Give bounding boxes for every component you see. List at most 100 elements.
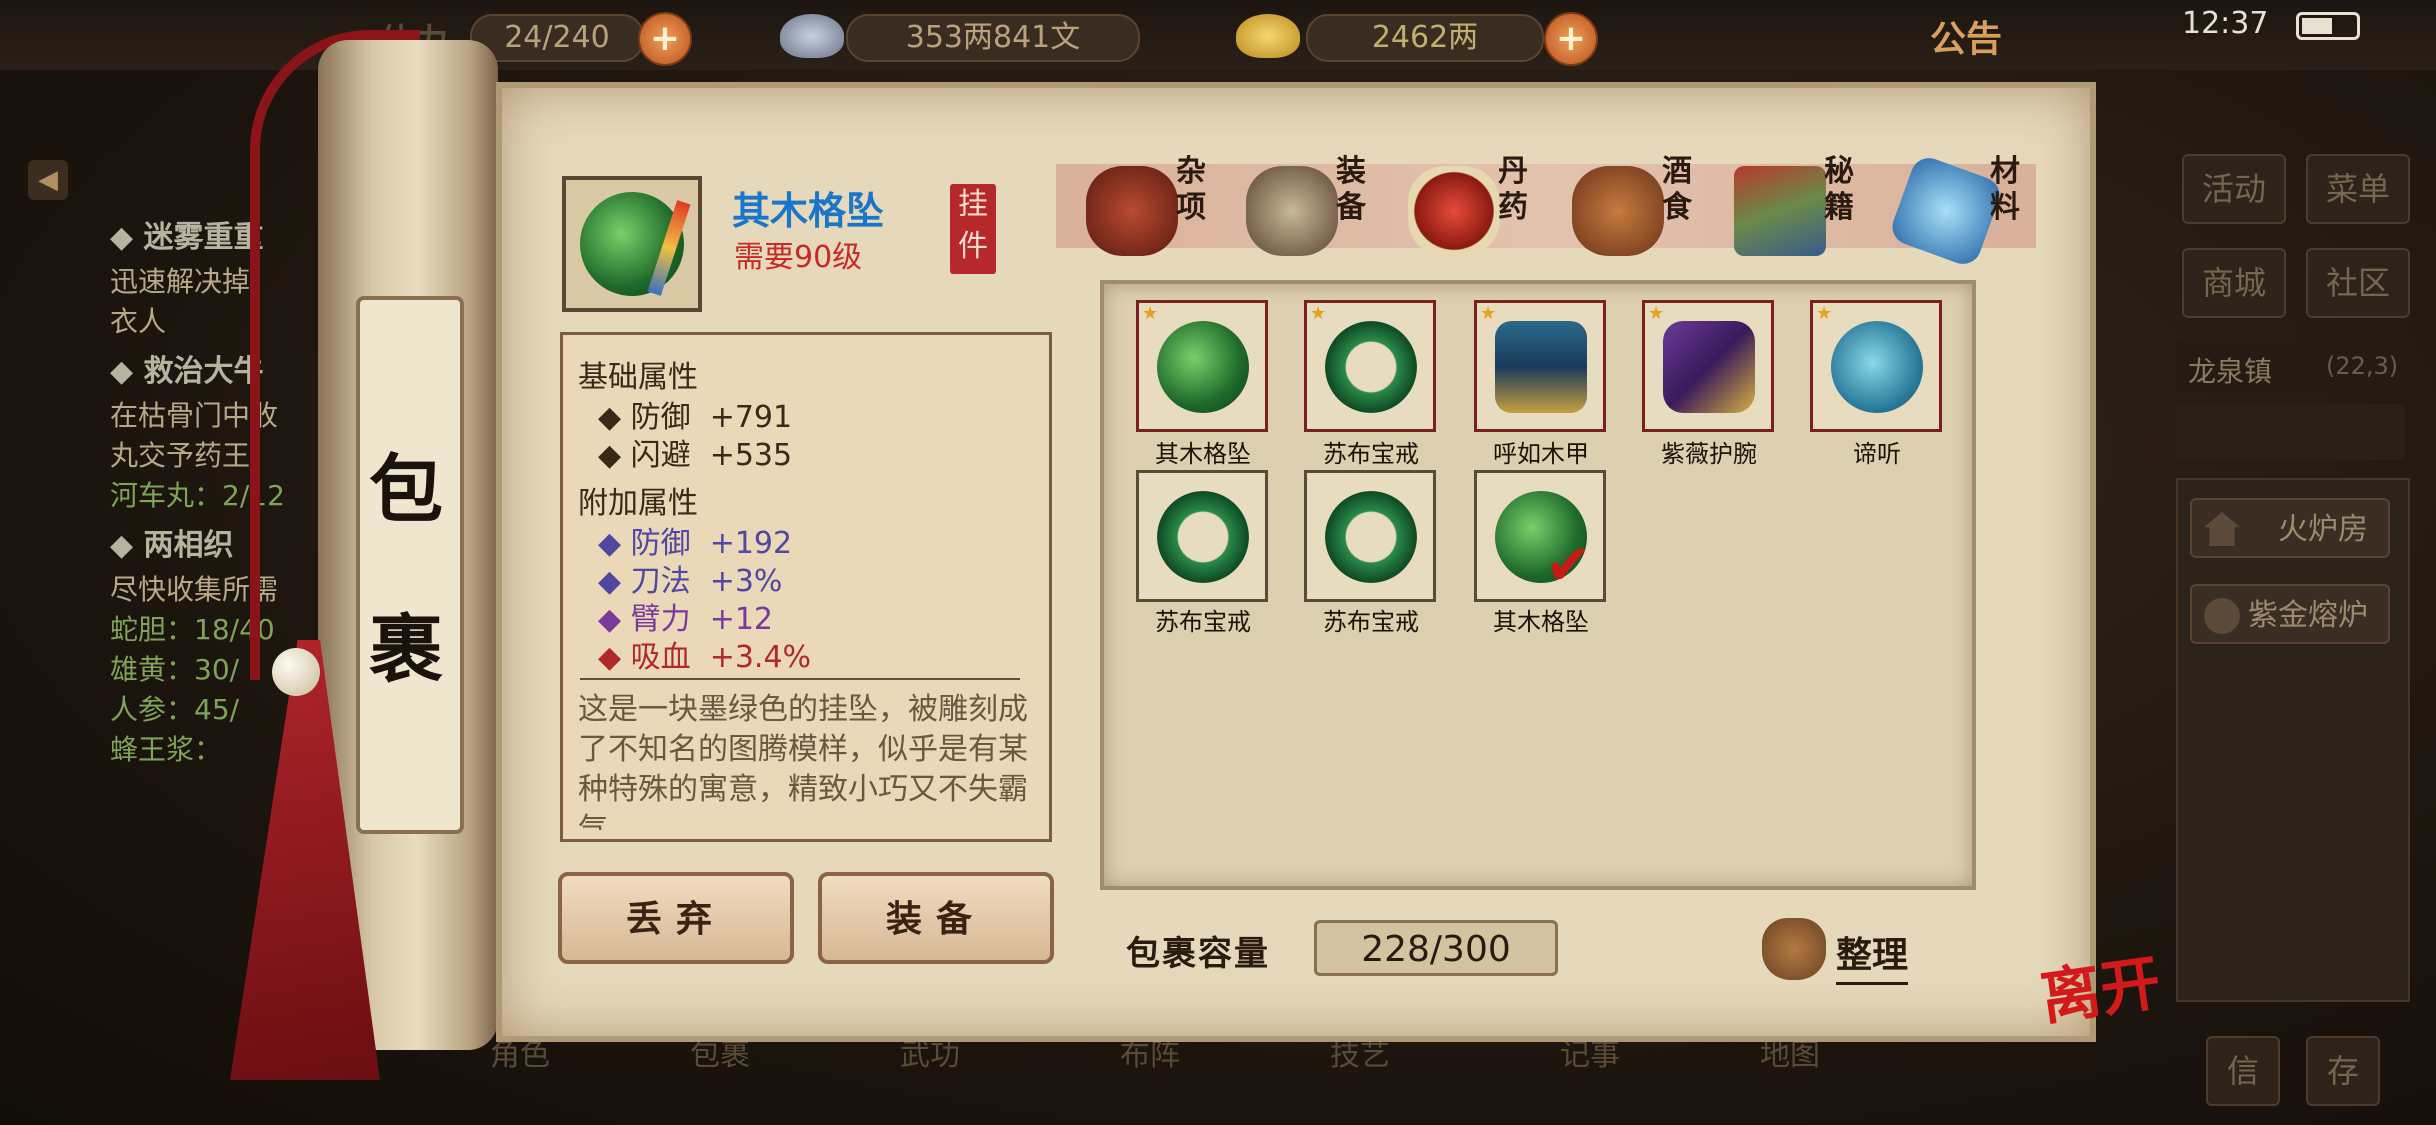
facility-golden-furnace[interactable]: 紫金熔炉	[2190, 584, 2390, 644]
facility-furnace-room[interactable]: 火炉房	[2190, 498, 2390, 558]
inventory-slot[interactable]: ★	[1810, 300, 1942, 432]
base-stat-row: ◆ 闪避 +535	[598, 438, 793, 473]
item-label: 紫薇护腕	[1661, 440, 1757, 468]
furnace-icon	[2204, 598, 2240, 634]
jade-pendant-icon	[1157, 321, 1249, 413]
item-label: 其木格坠	[1155, 440, 1251, 468]
quest-progress: 人参：45/	[110, 693, 240, 726]
activity-button[interactable]: 活动	[2182, 154, 2286, 224]
tab-misc[interactable]: 杂项	[1086, 150, 1250, 260]
capacity-label: 包裹容量	[1126, 934, 1270, 974]
quest-title: 救治大牛	[143, 354, 264, 389]
extra-stat-row: ◆ 吸血 +3.4%	[598, 640, 812, 675]
pill-icon	[1408, 166, 1500, 256]
armor-icon	[1495, 321, 1587, 413]
quest-title: 迷雾重重	[143, 220, 264, 255]
jade-ring-icon	[1325, 321, 1417, 413]
equip-button[interactable]: 装备	[818, 872, 1054, 964]
star-icon: ★	[1648, 303, 1665, 324]
shop-button[interactable]: 商城	[2182, 248, 2286, 318]
pearl-bead-icon	[272, 648, 320, 696]
scroll-title-panel	[356, 296, 464, 834]
bracer-icon	[1663, 321, 1755, 413]
inventory-slot[interactable]: ★	[1136, 300, 1268, 432]
tab-wine-food[interactable]: 酒食	[1572, 150, 1736, 260]
category-label: 秘籍	[1824, 154, 1854, 225]
category-label: 材料	[1990, 154, 2020, 225]
book-icon	[1734, 166, 1826, 256]
category-label: 装备	[1336, 154, 1366, 225]
tab-equipment[interactable]: 装备	[1246, 150, 1410, 260]
extra-stats-header: 附加属性	[578, 486, 698, 521]
inventory-slot[interactable]: ✔	[1474, 470, 1606, 602]
star-icon: ★	[1816, 303, 1833, 324]
inventory-slot[interactable]	[1136, 470, 1268, 602]
community-button[interactable]: 社区	[2306, 248, 2410, 318]
scroll-title-char: 裹	[369, 607, 443, 693]
item-level-requirement: 需要90级	[734, 240, 863, 275]
gold-ingot-icon	[1236, 14, 1300, 58]
facility-label: 火炉房	[2278, 512, 2368, 547]
leave-button[interactable]: 离开	[2035, 934, 2166, 1037]
inventory-slot[interactable]	[1304, 470, 1436, 602]
equipment-icon	[1246, 166, 1338, 256]
item-label: 谛听	[1853, 440, 1901, 468]
quest-title: 两相织	[143, 528, 234, 563]
facility-label: 紫金熔炉	[2248, 598, 2368, 633]
star-icon: ★	[1142, 303, 1159, 324]
tab-manuals[interactable]: 秘籍	[1734, 150, 1898, 260]
jade-ring-icon	[1325, 491, 1417, 583]
item-name: 其木格坠	[732, 189, 885, 233]
item-label: 呼如木甲	[1493, 440, 1589, 468]
star-icon: ★	[1480, 303, 1497, 324]
silver-ingot-icon	[780, 14, 844, 58]
sort-button[interactable]: 整理	[1836, 926, 1909, 985]
star-icon: ★	[1310, 303, 1327, 324]
tab-pills[interactable]: 丹药	[1408, 150, 1572, 260]
base-stats-header: 基础属性	[578, 360, 698, 395]
notice-button[interactable]: 公告	[1930, 10, 2002, 62]
item-label: 苏布宝戒	[1155, 608, 1251, 636]
item-label: 苏布宝戒	[1323, 440, 1419, 468]
scroll-title-char: 包	[369, 447, 443, 533]
stamina-value: 24/240	[470, 14, 644, 62]
category-label: 丹药	[1498, 154, 1528, 225]
quest-progress: 蜂王浆：	[110, 733, 223, 766]
beast-charm-icon	[1831, 321, 1923, 413]
stats-divider	[580, 678, 1020, 680]
location-coords: (22,3)	[2326, 352, 2399, 380]
item-label: 其木格坠	[1493, 608, 1589, 636]
capacity-value: 228/300	[1314, 920, 1558, 976]
item-type-seal: 挂件	[950, 184, 996, 274]
inventory-slot[interactable]: ★	[1304, 300, 1436, 432]
status-clock: 12:37	[2182, 6, 2269, 41]
money-bag-icon[interactable]	[1762, 918, 1826, 980]
gold-value: 2462两	[1306, 14, 1544, 62]
wine-food-icon	[1572, 166, 1664, 256]
tab-materials[interactable]: 材料	[1887, 150, 2064, 270]
category-label: 杂项	[1176, 154, 1206, 225]
category-label: 酒食	[1662, 154, 1692, 225]
storage-button[interactable]: 存	[2306, 1036, 2380, 1106]
add-gold-button[interactable]: +	[1544, 12, 1598, 66]
jade-ring-icon	[1157, 491, 1249, 583]
jar-icon	[1086, 166, 1178, 256]
battery-icon	[2296, 12, 2360, 40]
house-icon	[2204, 512, 2240, 546]
mail-button[interactable]: 信	[2206, 1036, 2280, 1106]
inventory-slot[interactable]: ★	[1642, 300, 1774, 432]
menu-button[interactable]: 菜单	[2306, 154, 2410, 224]
location-name: 龙泉镇	[2188, 355, 2273, 388]
crystal-icon	[1887, 152, 2005, 270]
silver-value: 353两841文	[846, 14, 1140, 62]
minimap-strip[interactable]	[2176, 404, 2406, 460]
item-description[interactable]: 这是一块墨绿色的挂坠，被雕刻成了不知名的图腾模样，似乎是有某种特殊的寓意，精致小…	[578, 690, 1030, 830]
inventory-slot[interactable]: ★	[1474, 300, 1606, 432]
add-stamina-button[interactable]: +	[638, 12, 692, 66]
collapse-left-arrow-icon[interactable]: ◀	[28, 160, 68, 200]
selected-item-frame	[562, 176, 702, 312]
location-bar: 龙泉镇 (22,3)	[2176, 342, 2406, 392]
equipped-check-icon: ✔	[1545, 533, 1592, 598]
item-label: 苏布宝戒	[1323, 608, 1419, 636]
discard-button[interactable]: 丢弃	[558, 872, 794, 964]
